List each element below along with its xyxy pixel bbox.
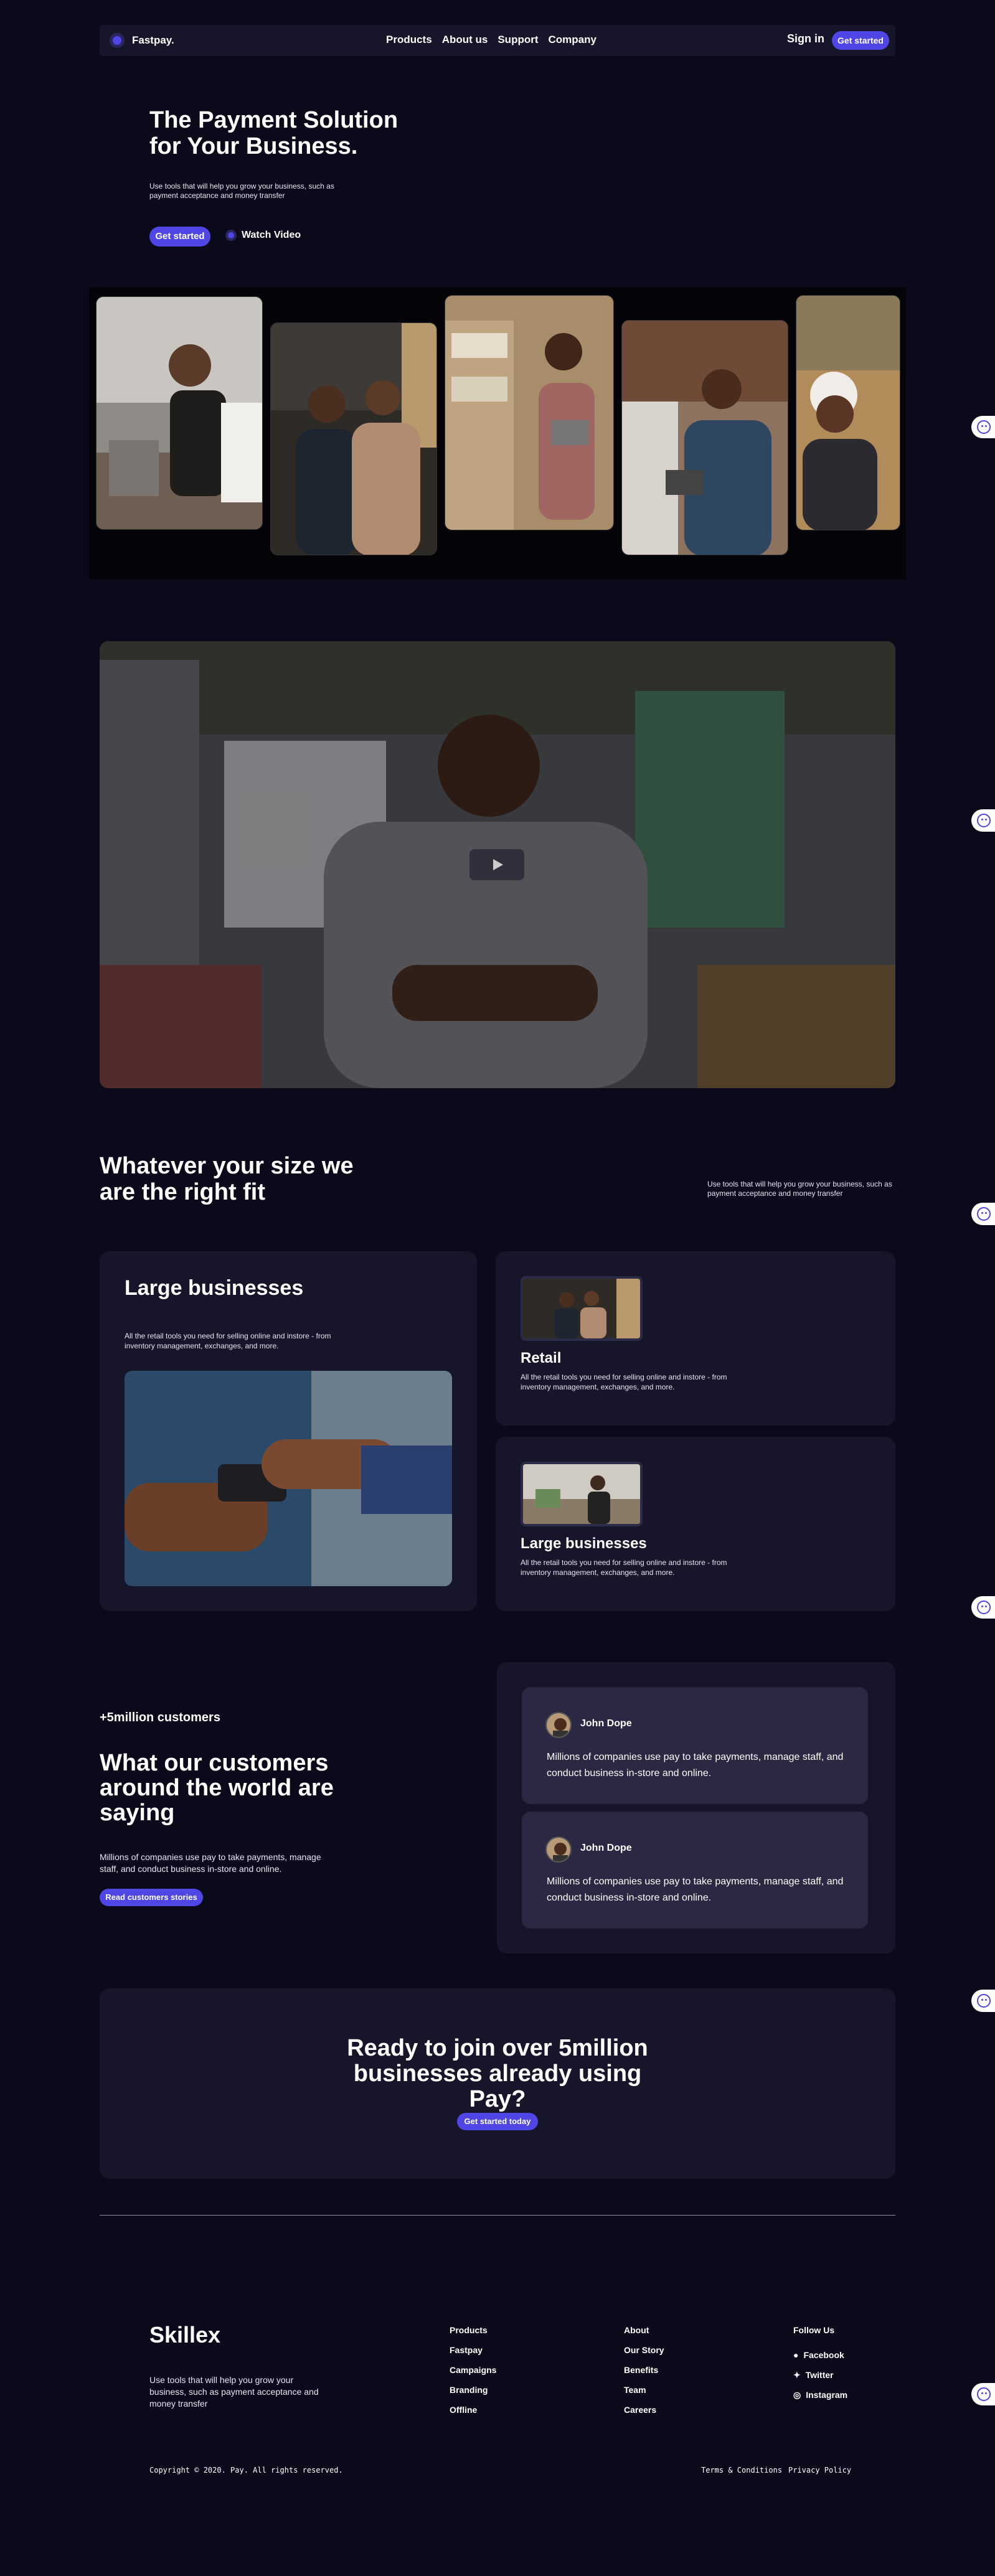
cta-title: Ready to join over 5million businesses a… bbox=[100, 2036, 895, 2112]
segment-card-large: Large businesses All the retail tools yo… bbox=[100, 1251, 477, 1611]
hero-title: The Payment Solution for Your Business. bbox=[149, 107, 436, 159]
copyright: Copyright © 2020. Pay. All rights reserv… bbox=[149, 2466, 343, 2475]
fit-section-subtitle: Use tools that will help you grow your b… bbox=[707, 1180, 892, 1198]
footer-link[interactable]: About bbox=[624, 2325, 664, 2345]
follow-us-heading: Follow Us bbox=[793, 2325, 835, 2335]
nav-link-about[interactable]: About us bbox=[442, 34, 488, 46]
hero-title-line2: for Your Business. bbox=[149, 133, 358, 159]
video-play-button[interactable] bbox=[469, 849, 524, 880]
footer-link[interactable]: Campaigns bbox=[450, 2365, 496, 2385]
customers-subtitle: Millions of companies use pay to take pa… bbox=[100, 1852, 321, 1874]
instagram-icon: ◎ bbox=[793, 2389, 801, 2400]
hero-get-started-button[interactable]: Get started bbox=[149, 227, 210, 247]
chat-widget-button[interactable] bbox=[971, 1203, 995, 1225]
footer-link[interactable]: Our Story bbox=[624, 2345, 664, 2365]
facebook-label: Facebook bbox=[803, 2350, 844, 2360]
segment-title-large-2: Large businesses bbox=[521, 1535, 647, 1552]
avatar bbox=[545, 1712, 572, 1738]
segment-card-retail: Retail All the retail tools you need for… bbox=[496, 1251, 895, 1426]
chat-icon bbox=[977, 1207, 991, 1221]
cta-banner: Ready to join over 5million businesses a… bbox=[100, 1988, 895, 2179]
twitter-link[interactable]: ✦ Twitter bbox=[793, 2365, 847, 2385]
privacy-link[interactable]: Privacy Policy bbox=[788, 2466, 851, 2475]
instagram-label: Instagram bbox=[806, 2390, 848, 2400]
segment-card-large-2: Large businesses All the retail tools yo… bbox=[496, 1437, 895, 1611]
footer-link[interactable]: Benefits bbox=[624, 2365, 664, 2385]
cta-title-text: Ready to join over 5million businesses a… bbox=[347, 2035, 648, 2112]
footer-brand: Skillex bbox=[149, 2322, 221, 2348]
customer-count: +5million customers bbox=[100, 1711, 220, 1724]
footer-col-products: Products Fastpay Campaigns Branding Offl… bbox=[450, 2325, 496, 2425]
twitter-icon: ✦ bbox=[793, 2369, 801, 2380]
chat-widget-button[interactable] bbox=[971, 416, 995, 438]
footer-link[interactable]: Careers bbox=[624, 2405, 664, 2425]
instagram-link[interactable]: ◎ Instagram bbox=[793, 2385, 847, 2405]
logo-icon bbox=[110, 33, 125, 48]
chat-icon bbox=[977, 1601, 991, 1614]
testimonial-quote: Millions of companies use pay to take pa… bbox=[547, 1752, 844, 1779]
hero-title-line1: The Payment Solution bbox=[149, 107, 398, 133]
intro-video[interactable] bbox=[100, 641, 895, 1088]
cta-get-started-button[interactable]: Get started today bbox=[457, 2113, 538, 2130]
gallery-photo-woman-smiling bbox=[796, 295, 900, 530]
testimonial-name: John Dope bbox=[580, 1843, 632, 1853]
footer-link[interactable]: Offline bbox=[450, 2405, 496, 2425]
segment-title-retail: Retail bbox=[521, 1350, 562, 1366]
watch-video-label: Watch Video bbox=[242, 230, 301, 240]
twitter-label: Twitter bbox=[805, 2370, 834, 2380]
read-stories-button[interactable]: Read customers stories bbox=[100, 1889, 203, 1906]
footer-link[interactable]: Branding bbox=[450, 2385, 496, 2405]
card-payment-photo bbox=[125, 1371, 452, 1586]
chat-icon bbox=[977, 2387, 991, 2401]
fit-section-title: Whatever your size we are the right fit bbox=[100, 1153, 354, 1205]
gallery-photo-woman-tablet bbox=[445, 295, 614, 530]
testimonial-card: John Dope Millions of companies use pay … bbox=[522, 1687, 868, 1804]
nav-link-support[interactable]: Support bbox=[498, 34, 538, 46]
nav-get-started-button[interactable]: Get started bbox=[832, 31, 889, 50]
retail-thumbnail bbox=[521, 1276, 643, 1341]
sign-in-link[interactable]: Sign in bbox=[787, 32, 824, 45]
segment-text-large: All the retail tools you need for sellin… bbox=[125, 1332, 331, 1350]
chat-widget-button[interactable] bbox=[971, 1596, 995, 1619]
chat-icon bbox=[977, 814, 991, 827]
facebook-link[interactable]: ● Facebook bbox=[793, 2345, 847, 2365]
testimonial-name: John Dope bbox=[580, 1718, 632, 1729]
segment-text-retail: All the retail tools you need for sellin… bbox=[521, 1373, 727, 1391]
segment-text-large-2: All the retail tools you need for sellin… bbox=[521, 1558, 727, 1577]
terms-link[interactable]: Terms & Conditions bbox=[701, 2466, 782, 2475]
chat-widget-button[interactable] bbox=[971, 809, 995, 832]
nav-link-products[interactable]: Products bbox=[386, 34, 432, 46]
chat-widget-button[interactable] bbox=[971, 2383, 995, 2405]
chat-icon bbox=[977, 420, 991, 434]
watch-video-button[interactable]: Watch Video bbox=[225, 230, 301, 241]
chat-widget-button[interactable] bbox=[971, 1990, 995, 2012]
brand-name[interactable]: Fastpay. bbox=[132, 34, 174, 47]
segment-title-large: Large businesses bbox=[125, 1276, 304, 1300]
large-business-thumbnail bbox=[521, 1462, 643, 1526]
testimonial-quote: Millions of companies use pay to take pa… bbox=[547, 1876, 844, 1903]
testimonial-card: John Dope Millions of companies use pay … bbox=[522, 1812, 868, 1929]
facebook-icon: ● bbox=[793, 2350, 799, 2360]
footer-link[interactable]: Fastpay bbox=[450, 2345, 496, 2365]
footer-col-about: About Our Story Benefits Team Careers bbox=[624, 2325, 664, 2425]
nav-links: Products About us Support Company bbox=[386, 34, 597, 46]
top-navbar: Fastpay. Products About us Support Compa… bbox=[100, 25, 895, 56]
customers-title: What our customers around the world are … bbox=[100, 1750, 334, 1826]
gallery-photo-man-tablet bbox=[621, 320, 788, 555]
avatar bbox=[545, 1836, 572, 1863]
chat-icon bbox=[977, 1994, 991, 2008]
hero-subtitle: Use tools that will help you grow your b… bbox=[149, 182, 334, 200]
gallery-photo-couple bbox=[270, 322, 437, 555]
play-circle-icon bbox=[225, 230, 237, 241]
footer-link[interactable]: Products bbox=[450, 2325, 496, 2345]
footer-divider bbox=[100, 2215, 895, 2216]
nav-link-company[interactable]: Company bbox=[549, 34, 597, 46]
footer-col-social: Follow Us ● Facebook ✦ Twitter ◎ Instagram bbox=[793, 2325, 847, 2405]
gallery-photo-woman-phone bbox=[96, 296, 263, 530]
testimonials-panel: John Dope Millions of companies use pay … bbox=[497, 1662, 895, 1953]
footer-link[interactable]: Team bbox=[624, 2385, 664, 2405]
footer-subtitle: Use tools that will help you grow your b… bbox=[149, 2375, 319, 2409]
